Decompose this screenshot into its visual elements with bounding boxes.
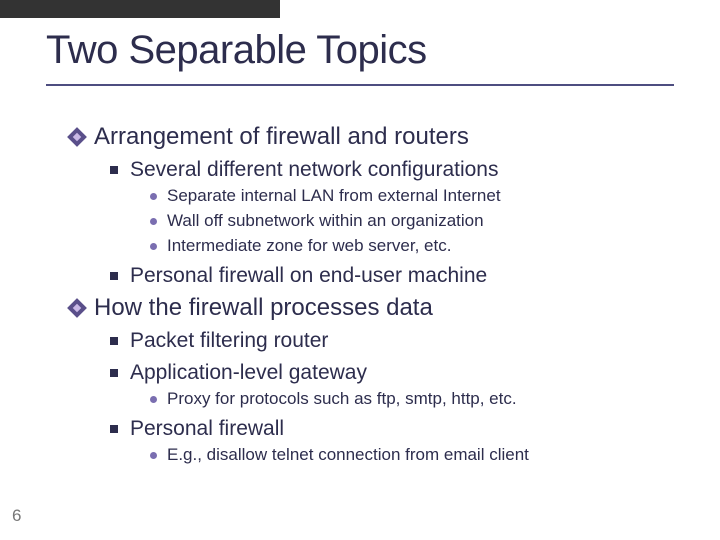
bullet-text: E.g., disallow telnet connection from em…	[167, 444, 529, 467]
bullet-text: Personal firewall	[130, 415, 284, 442]
bullet-l2: Personal firewall on end-user machine	[110, 262, 680, 289]
bullet-text: How the firewall processes data	[94, 293, 433, 323]
bullet-l3: Separate internal LAN from external Inte…	[150, 185, 680, 208]
bullet-l2: Packet filtering router	[110, 327, 680, 354]
bullet-l2: Personal firewall	[110, 415, 680, 442]
content-area: Arrangement of firewall and routers Seve…	[70, 118, 680, 467]
bullet-l3: Wall off subnetwork within an organizati…	[150, 210, 680, 233]
square-icon	[110, 166, 118, 174]
bullet-text: Application-level gateway	[130, 359, 367, 386]
bullet-text: Several different network configurations	[130, 156, 498, 183]
bullet-l1: How the firewall processes data	[70, 293, 680, 323]
bullet-text: Separate internal LAN from external Inte…	[167, 185, 501, 208]
bullet-l2: Several different network configurations	[110, 156, 680, 183]
top-accent-bar	[0, 0, 280, 18]
diamond-icon	[70, 301, 84, 315]
dot-icon	[150, 193, 157, 200]
bullet-l2: Application-level gateway	[110, 359, 680, 386]
square-icon	[110, 272, 118, 280]
square-icon	[110, 369, 118, 377]
bullet-text: Wall off subnetwork within an organizati…	[167, 210, 484, 233]
page-number: 6	[12, 506, 21, 526]
bullet-l1: Arrangement of firewall and routers	[70, 122, 680, 152]
square-icon	[110, 337, 118, 345]
slide-title: Two Separable Topics	[46, 28, 427, 73]
bullet-text: Proxy for protocols such as ftp, smtp, h…	[167, 388, 517, 411]
bullet-text: Packet filtering router	[130, 327, 328, 354]
dot-icon	[150, 452, 157, 459]
bullet-text: Personal firewall on end-user machine	[130, 262, 487, 289]
bullet-l3: Proxy for protocols such as ftp, smtp, h…	[150, 388, 680, 411]
bullet-l3: Intermediate zone for web server, etc.	[150, 235, 680, 258]
bullet-l3: E.g., disallow telnet connection from em…	[150, 444, 680, 467]
square-icon	[110, 425, 118, 433]
dot-icon	[150, 396, 157, 403]
title-underline	[46, 84, 674, 86]
dot-icon	[150, 218, 157, 225]
slide: Two Separable Topics Arrangement of fire…	[0, 0, 720, 540]
diamond-icon	[70, 130, 84, 144]
dot-icon	[150, 243, 157, 250]
bullet-text: Intermediate zone for web server, etc.	[167, 235, 451, 258]
bullet-text: Arrangement of firewall and routers	[94, 122, 469, 152]
